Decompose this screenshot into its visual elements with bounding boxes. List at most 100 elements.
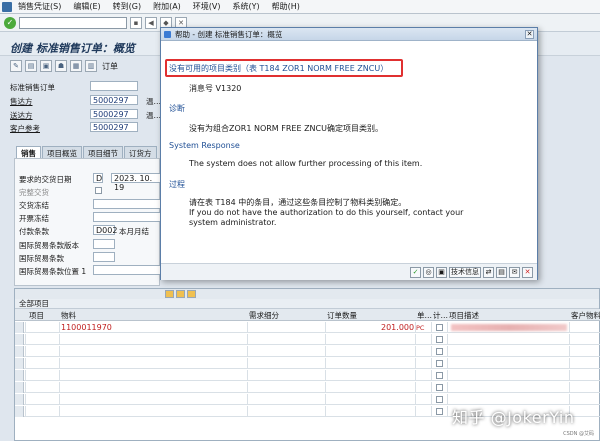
tab-item-detail[interactable]: 项目细节 xyxy=(83,146,123,158)
customer-ref-field[interactable]: 5000297 xyxy=(90,122,138,132)
row-checkbox[interactable] xyxy=(436,336,443,343)
sold-to-desc: 温… xyxy=(146,97,161,106)
confirm-icon[interactable]: ✓ xyxy=(410,266,421,278)
row-selector[interactable] xyxy=(15,322,24,333)
close-icon[interactable]: ✕ xyxy=(525,30,534,39)
menu-goto[interactable]: 转到(G) xyxy=(109,1,149,12)
back-icon[interactable]: ◀ xyxy=(145,16,157,29)
sold-to-label: 售达方 xyxy=(10,97,33,106)
row-checkbox[interactable] xyxy=(436,396,443,403)
row-checkbox[interactable] xyxy=(436,348,443,355)
table-cell-divider xyxy=(431,322,432,333)
tab-item-overview[interactable]: 项目概览 xyxy=(42,146,82,158)
row-selector[interactable] xyxy=(15,394,24,405)
row-selector[interactable] xyxy=(15,406,24,417)
command-field[interactable] xyxy=(19,16,127,29)
incoterms-location-field[interactable] xyxy=(93,265,161,275)
col-order-qty[interactable]: 订单数量 xyxy=(327,310,357,321)
ship-to-field[interactable]: 5000297 xyxy=(90,109,138,119)
req-date-field[interactable]: 2023. 10. 19 xyxy=(111,173,161,192)
sap-logo-icon[interactable] xyxy=(2,1,12,12)
payment-terms-field[interactable]: D002 xyxy=(93,225,117,235)
table-cell-divider xyxy=(447,358,448,369)
order-qty-cell[interactable]: 201.000 xyxy=(381,323,414,332)
glasses-icon[interactable]: ◎ xyxy=(423,266,434,278)
table-row[interactable] xyxy=(15,370,600,381)
print-icon[interactable]: ▤ xyxy=(496,266,507,278)
sold-to-field[interactable]: 5000297 xyxy=(90,95,138,105)
row-selector[interactable] xyxy=(15,382,24,393)
col-req-segment[interactable]: 需求细分 xyxy=(249,310,279,321)
req-date-type-field[interactable]: D xyxy=(93,173,103,183)
row-selector[interactable] xyxy=(15,370,24,381)
cancel-icon[interactable]: ✕ xyxy=(522,266,533,278)
menu-system[interactable]: 系统(Y) xyxy=(229,1,268,12)
order-icon[interactable]: ▥ xyxy=(85,60,97,72)
mail-icon[interactable]: ✉ xyxy=(509,266,520,278)
col-item[interactable]: 项目 xyxy=(29,310,44,321)
payment-terms-label: 付款条款 xyxy=(19,227,49,236)
menu-help[interactable]: 帮助(H) xyxy=(268,1,308,12)
items-table-title: 全部项目 xyxy=(15,299,599,309)
row-checkbox[interactable] xyxy=(436,384,443,391)
display-icon[interactable]: ▤ xyxy=(25,60,37,72)
enter-icon[interactable]: ✓ xyxy=(4,16,16,29)
grid-tool-icon[interactable] xyxy=(176,290,185,298)
redacted-description xyxy=(451,324,567,331)
incoterms-field[interactable] xyxy=(93,252,115,262)
row-selector[interactable] xyxy=(15,346,24,357)
menu-edit[interactable]: 编辑(E) xyxy=(69,1,108,12)
doc-type-field[interactable] xyxy=(90,81,138,91)
complete-delivery-checkbox[interactable] xyxy=(95,187,102,194)
table-cell-divider xyxy=(415,346,416,357)
col-material[interactable]: 物料 xyxy=(61,310,76,321)
tab-ordering-party[interactable]: 订货方 xyxy=(124,146,157,158)
incoterms-version-field[interactable] xyxy=(93,239,115,249)
tab-sales[interactable]: 销售 xyxy=(16,146,41,158)
table-row[interactable] xyxy=(15,358,600,369)
menu-sales-document[interactable]: 销售凭证(S) xyxy=(14,1,69,12)
header-icon[interactable]: ▣ xyxy=(40,60,52,72)
document-icon[interactable]: ▦ xyxy=(70,60,82,72)
col-item-desc[interactable]: 项目描述 xyxy=(449,310,479,321)
table-cell-divider xyxy=(447,346,448,357)
tech-info-button[interactable]: 技术信息 xyxy=(449,266,481,278)
col-calc[interactable]: 计… xyxy=(433,310,448,321)
row-checkbox[interactable] xyxy=(436,324,443,331)
table-row[interactable] xyxy=(15,346,600,357)
lock-icon[interactable]: ▣ xyxy=(436,266,447,278)
table-cell-divider xyxy=(325,394,326,405)
row-checkbox[interactable] xyxy=(436,408,443,415)
menu-environment[interactable]: 环境(V) xyxy=(189,1,229,12)
diagnosis-text: 没有为组合ZOR1 NORM FREE ZNCU确定项目类别。 xyxy=(189,124,383,133)
table-cell-divider xyxy=(59,370,60,381)
col-customer-material[interactable]: 客户物料 xyxy=(571,310,600,321)
watermark: 知乎 @JokerYin xyxy=(452,408,575,427)
delivery-block-field[interactable] xyxy=(93,199,161,209)
row-checkbox[interactable] xyxy=(436,360,443,367)
billing-block-field[interactable] xyxy=(93,212,161,222)
row-checkbox[interactable] xyxy=(436,372,443,379)
table-row[interactable] xyxy=(15,382,600,393)
sales-tab-panel: 要求的交货日期 D 2023. 10. 19 完整交货 交货冻结 开票冻结 付款… xyxy=(14,158,161,286)
change-icon[interactable]: ✎ xyxy=(10,60,22,72)
table-cell-divider xyxy=(569,358,570,369)
grid-tool-icon[interactable] xyxy=(187,290,196,298)
dialog-body: 没有可用的项目类别（表 T184 ZOR1 NORM FREE ZNCU） 消息… xyxy=(161,41,537,263)
link-icon[interactable]: ⇄ xyxy=(483,266,494,278)
payment-terms-desc: 本月月结 xyxy=(119,227,149,236)
table-row[interactable]: 1100011970 201.000 PC xyxy=(15,322,600,333)
row-selector[interactable] xyxy=(15,358,24,369)
row-selector[interactable] xyxy=(15,334,24,345)
unit-cell[interactable]: PC xyxy=(416,324,424,332)
table-cell-divider xyxy=(431,334,432,345)
material-cell[interactable]: 1100011970 xyxy=(61,323,112,332)
col-unit[interactable]: 单… xyxy=(417,310,432,321)
watermark-small: CSDN @艾码 xyxy=(563,431,594,437)
save-icon[interactable]: ▪ xyxy=(130,16,142,29)
partner-icon[interactable]: ☗ xyxy=(55,60,67,72)
table-row[interactable] xyxy=(15,334,600,345)
menu-extras[interactable]: 附加(A) xyxy=(149,1,189,12)
order-button-label[interactable]: 订单 xyxy=(100,61,120,72)
grid-tool-icon[interactable] xyxy=(165,290,174,298)
